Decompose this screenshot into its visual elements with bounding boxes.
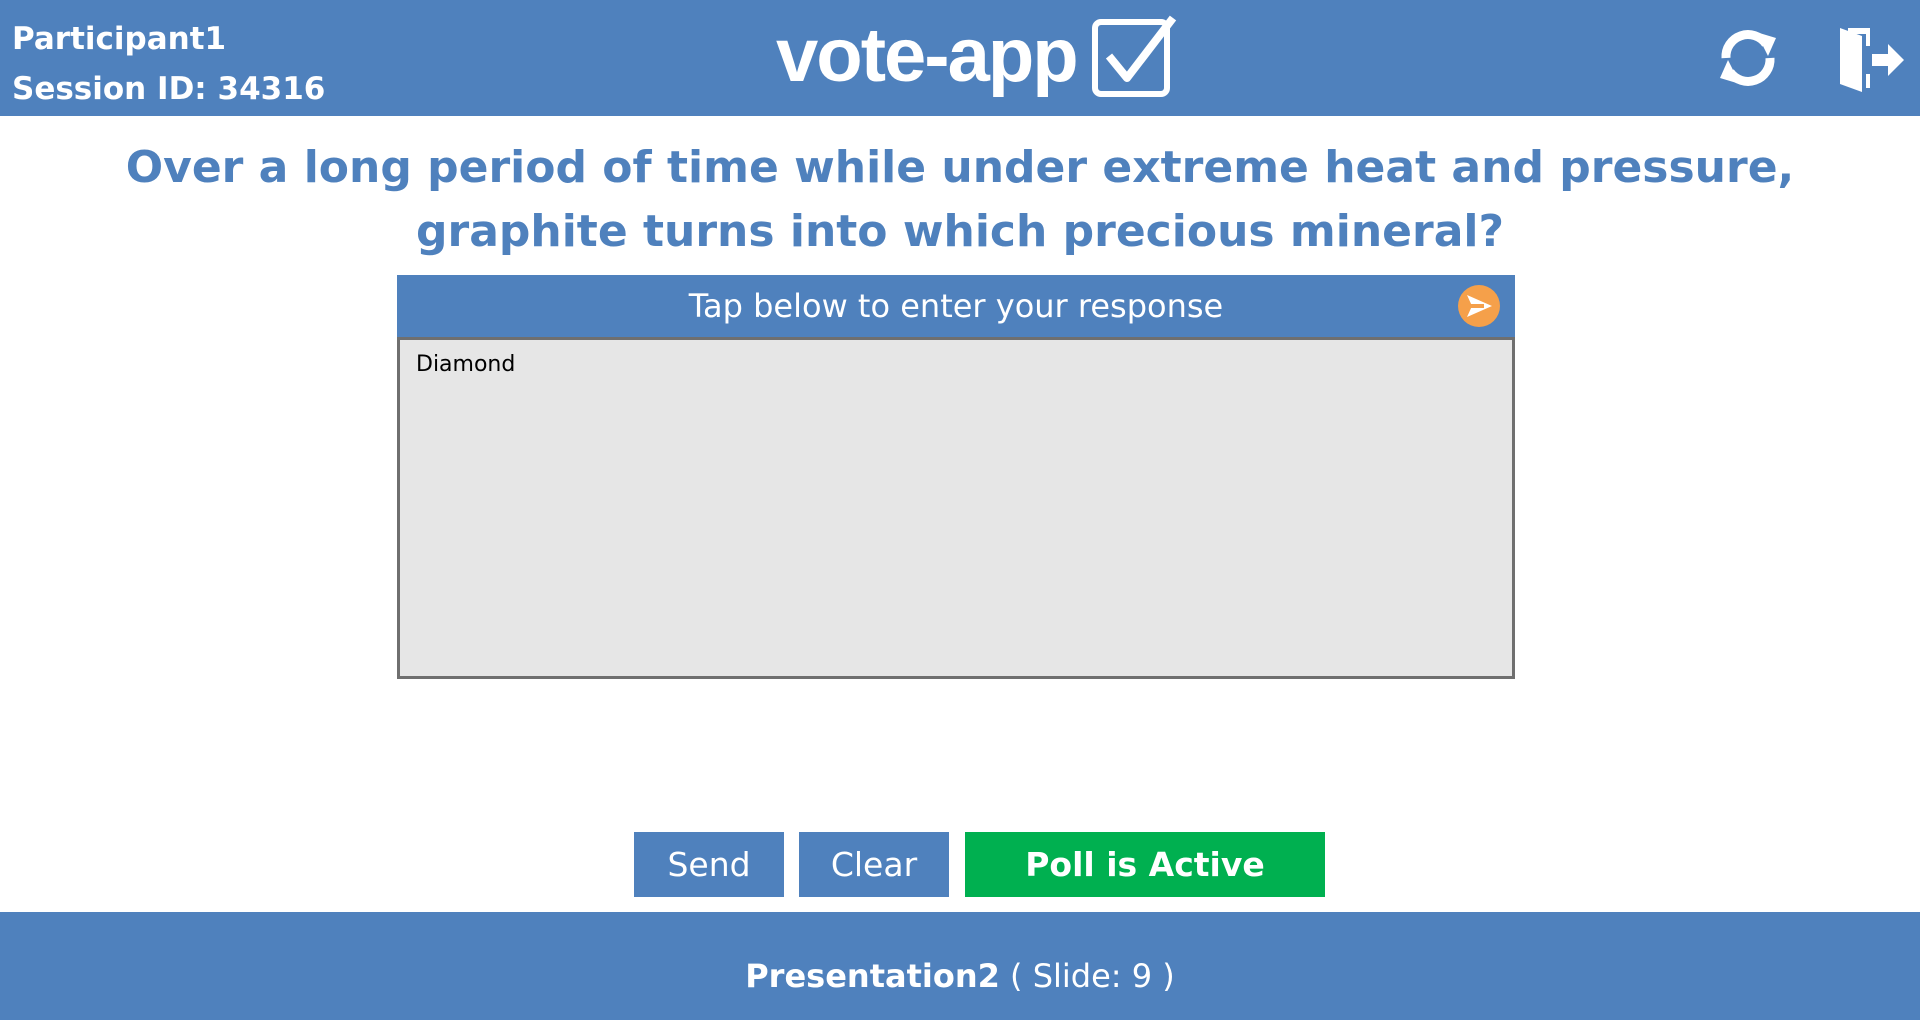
send-button[interactable]: Send bbox=[634, 832, 784, 897]
checkbox-check-icon bbox=[1091, 15, 1176, 97]
response-prompt: Tap below to enter your response bbox=[688, 287, 1224, 325]
refresh-button[interactable] bbox=[1712, 22, 1784, 94]
exit-button[interactable] bbox=[1836, 22, 1908, 94]
response-input[interactable]: Diamond bbox=[397, 337, 1515, 679]
exit-door-icon bbox=[1840, 28, 1904, 92]
logo-text: vote-app bbox=[776, 13, 1079, 98]
response-panel: Tap below to enter your response Diamond bbox=[397, 275, 1515, 679]
question-text: Over a long period of time while under e… bbox=[125, 142, 1795, 257]
clear-button[interactable]: Clear bbox=[799, 832, 949, 897]
refresh-icon bbox=[1720, 30, 1776, 86]
poll-status-badge: Poll is Active bbox=[965, 832, 1325, 897]
app-header: Participant1 Session ID: 34316 vote-app bbox=[0, 0, 1920, 116]
response-prompt-bar: Tap below to enter your response bbox=[397, 275, 1515, 337]
presentation-name: Presentation2 bbox=[745, 957, 1000, 995]
send-arrow-icon[interactable] bbox=[1458, 285, 1500, 327]
participant-name: Participant1 bbox=[12, 21, 227, 57]
session-id: Session ID: 34316 bbox=[12, 71, 326, 107]
app-logo: vote-app bbox=[776, 10, 1212, 102]
participant-info: Participant1 Session ID: 34316 bbox=[12, 14, 325, 114]
presentation-footer: Presentation2 ( Slide: 9 ) bbox=[0, 912, 1920, 1020]
slide-number: ( Slide: 9 ) bbox=[1010, 957, 1175, 995]
